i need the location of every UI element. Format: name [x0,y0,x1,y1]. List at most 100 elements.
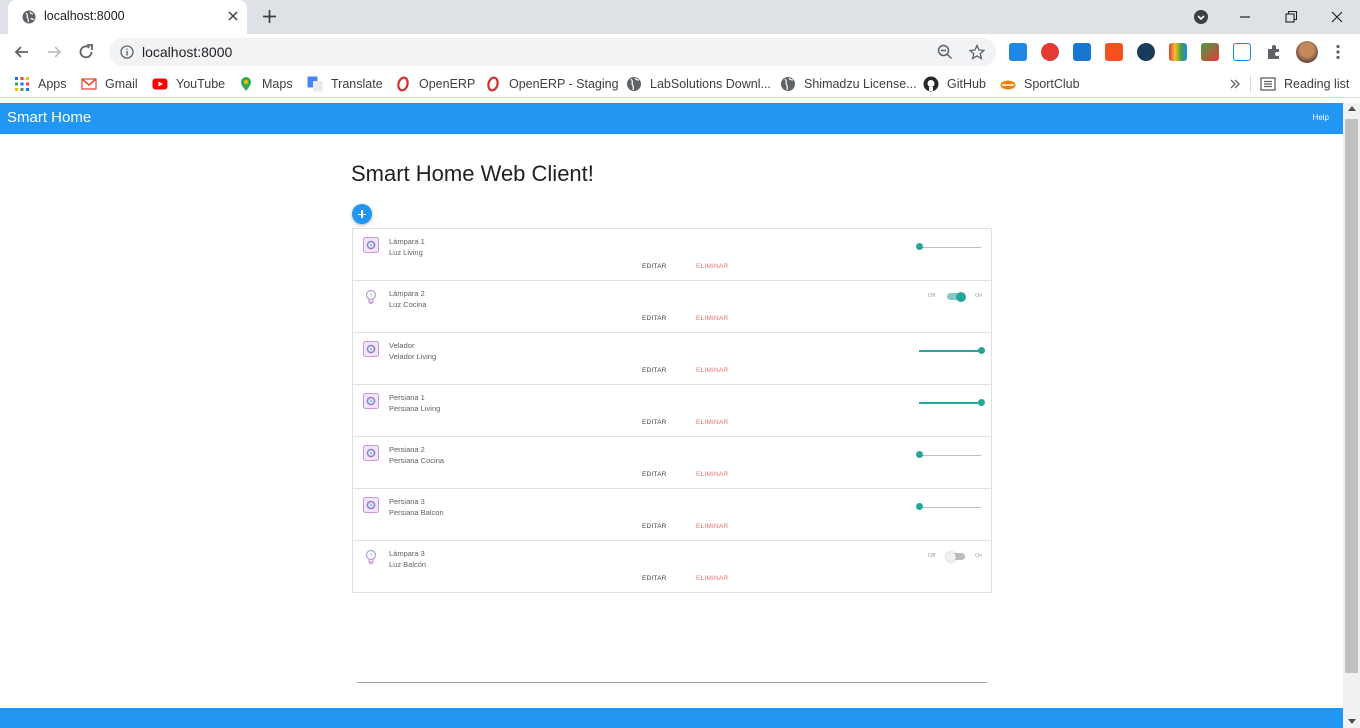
switch-knob[interactable] [956,291,966,302]
bookmark-label: OpenERP - Staging [509,77,619,91]
apps-grid-icon [15,77,29,91]
adblock-icon[interactable] [1041,43,1059,61]
page-title: Smart Home Web Client! [351,161,594,186]
bookmark-star-icon[interactable] [969,44,985,60]
scroll-thumb[interactable] [1345,119,1358,673]
reading-list-button[interactable]: Reading list [1260,76,1349,92]
extensions-puzzle-icon[interactable] [1265,43,1283,61]
switch-off-label: Off [928,553,936,559]
device-box-icon [363,341,379,357]
slider-rail[interactable] [919,454,981,456]
extension-6-icon[interactable] [1169,43,1187,61]
browser-tab[interactable]: localhost:8000 [8,0,247,34]
page-scrollbar[interactable] [1343,103,1360,728]
globe-icon [627,77,641,91]
bookmark-github[interactable]: GitHub [923,76,986,92]
slider-knob[interactable] [977,399,985,406]
slider-knob[interactable] [915,451,923,458]
device-description: Luz Living [389,248,423,257]
brightness-slider[interactable] [915,503,983,511]
avatar[interactable] [1296,41,1318,63]
delete-button[interactable]: ELIMINAR [696,523,728,530]
address-bar[interactable]: localhost:8000 [109,38,996,66]
switch-track[interactable] [946,551,965,562]
delete-button[interactable]: ELIMINAR [696,471,728,478]
zoom-icon[interactable] [937,44,953,60]
browser-toolbar: localhost:8000 [0,34,1360,70]
device-name: Lámpara 2 [389,289,425,298]
tab-search-icon[interactable] [1191,7,1211,27]
bookmark-label: YouTube [176,77,226,91]
bookmark-translate[interactable]: Translate [307,76,383,92]
bookmark-youtube[interactable]: YouTube [152,76,225,92]
delete-button[interactable]: ELIMINAR [696,315,728,322]
bookmark-openerp[interactable]: OpenERP [395,76,475,92]
check-extension-icon[interactable] [1137,43,1155,61]
help-link[interactable]: Help [1313,113,1329,122]
edit-button[interactable]: EDITAR [642,471,667,478]
slider-knob[interactable] [915,503,923,510]
bookmark-maps[interactable]: Maps [238,76,293,92]
edit-button[interactable]: EDITAR [642,419,667,426]
bookmarks-bar: Apps Gmail YouTube Maps Translate OpenER… [0,70,1360,98]
switch-track[interactable] [947,291,966,302]
new-tab-icon[interactable] [261,8,278,25]
close-window-icon[interactable] [1327,7,1347,27]
brightness-slider[interactable] [915,451,983,459]
menu-kebab-icon[interactable] [1329,43,1347,61]
reading-list-label: Reading list [1284,77,1350,91]
power-switch[interactable]: Off On [928,551,984,563]
brightness-slider[interactable] [917,347,985,355]
device-name: Persiana 1 [389,393,425,402]
switch-knob[interactable] [946,551,956,562]
edit-button[interactable]: EDITAR [642,315,667,322]
reload-icon[interactable] [76,42,96,62]
forward-icon[interactable] [44,42,64,62]
bookmark-shimadzu[interactable]: Shimadzu License... [780,76,917,92]
device-row: Velador Velador Living EDITAR ELIMINAR [353,333,991,385]
translate-icon [307,76,323,92]
slider-knob[interactable] [977,347,985,354]
scroll-down-arrow-icon[interactable] [1348,719,1356,724]
slider-knob[interactable] [915,243,923,250]
power-switch[interactable]: Off On [928,291,984,303]
delete-button[interactable]: ELIMINAR [696,263,728,270]
delete-button[interactable]: ELIMINAR [696,367,728,374]
scroll-up-arrow-icon[interactable] [1348,106,1356,111]
slider-rail[interactable] [919,506,981,508]
back-icon[interactable] [12,42,32,62]
extension-1-icon[interactable] [1009,43,1027,61]
brightness-slider[interactable] [917,399,985,407]
edit-button[interactable]: EDITAR [642,263,667,270]
extension-s-icon[interactable] [1073,43,1091,61]
bookmark-apps[interactable]: Apps [14,76,67,92]
info-icon[interactable] [120,45,134,59]
openerp-icon [487,76,499,92]
bookmark-labsolutions[interactable]: LabSolutions Downl... [626,76,771,92]
bookmark-sportclub[interactable]: SportClub [1000,76,1080,92]
slider-rail[interactable] [919,246,981,248]
app-title[interactable]: Smart Home [7,109,91,126]
edit-button[interactable]: EDITAR [642,523,667,530]
edit-button[interactable]: EDITAR [642,367,667,374]
brightness-slider[interactable] [915,243,983,251]
bookmark-gmail[interactable]: Gmail [81,76,138,92]
edit-button[interactable]: EDITAR [642,575,667,582]
more-bookmarks-icon[interactable] [1229,77,1241,91]
delete-button[interactable]: ELIMINAR [696,419,728,426]
device-description: Velador Living [389,352,437,361]
delete-button[interactable]: ELIMINAR [696,575,728,582]
slider-fill [919,402,981,404]
bookmark-label: Apps [38,77,67,91]
bookmark-label: GitHub [947,77,986,91]
minimize-icon[interactable] [1235,7,1255,27]
add-device-button[interactable] [352,204,372,224]
bookmarks-divider [1250,75,1251,93]
extension-4-icon[interactable] [1105,43,1123,61]
restore-icon[interactable] [1281,7,1301,27]
extension-7-icon[interactable] [1201,43,1219,61]
extension-8-icon[interactable] [1233,43,1251,61]
bookmark-openerp-staging[interactable]: OpenERP - Staging [485,76,619,92]
close-tab-icon[interactable] [226,9,240,23]
device-name: Velador [389,341,415,350]
